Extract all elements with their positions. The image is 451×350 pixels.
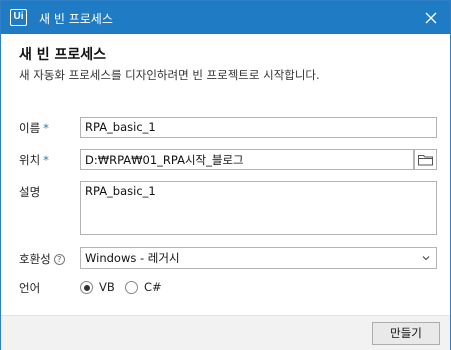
language-label: 언어 <box>19 281 41 295</box>
compatibility-value: Windows - 레거시 <box>85 251 180 265</box>
required-marker: * <box>43 153 49 167</box>
required-marker: * <box>43 121 49 135</box>
new-blank-process-dialog: Ui 새 빈 프로세스 새 빈 프로세스 새 자동화 프로세스를 디자인하려면 … <box>0 0 451 350</box>
chevron-down-icon <box>422 256 430 261</box>
description-label: 설명 <box>19 185 41 199</box>
uipath-logo-icon: Ui <box>10 9 27 26</box>
name-label-text: 이름 <box>19 121 41 135</box>
folder-icon <box>418 155 433 166</box>
help-icon[interactable]: ? <box>53 254 65 265</box>
name-input[interactable]: RPA_basic_1 <box>80 117 437 138</box>
close-button[interactable] <box>420 7 442 29</box>
dialog-subheading: 새 자동화 프로세스를 디자인하려면 빈 프로젝트로 시작합니다. <box>19 68 320 82</box>
compatibility-label-text: 호환성 <box>19 252 51 266</box>
dialog-footer: 만들기 <box>1 315 450 350</box>
dialog-heading: 새 빈 프로세스 <box>19 47 107 63</box>
name-label: 이름 * <box>19 120 49 136</box>
location-label-text: 위치 <box>19 153 41 167</box>
location-label: 위치 * <box>19 152 49 168</box>
compatibility-label: 호환성? <box>19 251 65 267</box>
create-button[interactable]: 만들기 <box>372 322 440 345</box>
window-title: 새 빈 프로세스 <box>39 12 113 26</box>
language-vb-label: VB <box>99 280 115 294</box>
compatibility-select[interactable]: Windows - 레거시 <box>80 247 437 269</box>
language-csharp-label: C# <box>144 280 162 294</box>
description-textarea[interactable]: RPA_basic_1 <box>80 181 437 235</box>
titlebar: Ui 새 빈 프로세스 <box>1 1 450 34</box>
language-csharp-radio[interactable] <box>125 281 138 294</box>
location-input[interactable]: D:₩RPA₩01_RPA시작_블로그 <box>80 149 414 170</box>
close-icon <box>425 12 437 24</box>
language-vb-radio[interactable] <box>80 281 93 294</box>
browse-folder-button[interactable] <box>414 149 437 170</box>
